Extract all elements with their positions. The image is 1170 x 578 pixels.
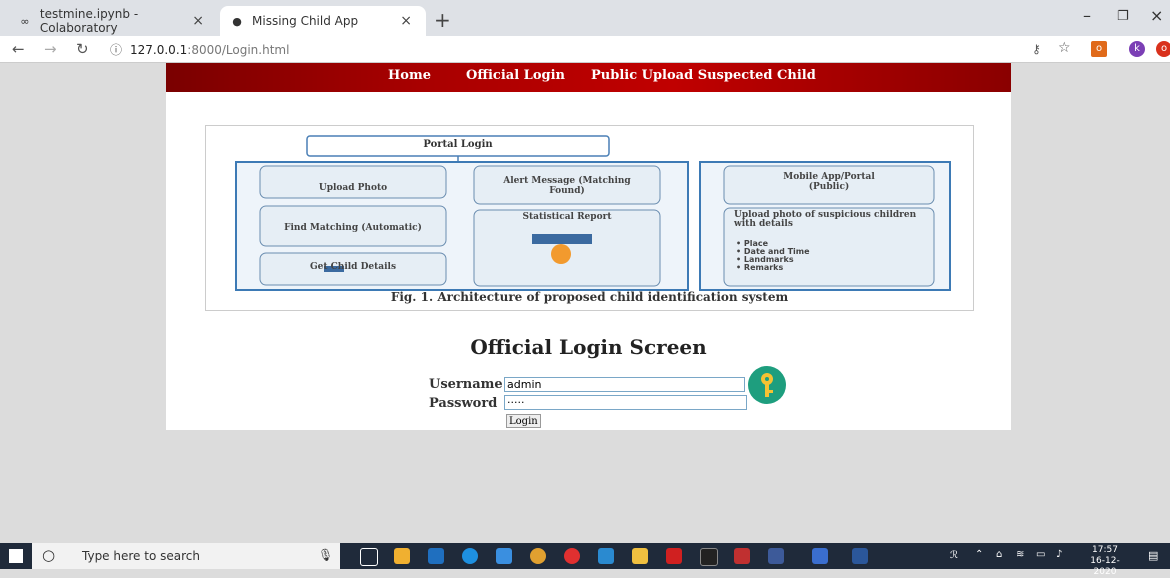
page-container: Home Official Login Public Upload Suspec… — [166, 63, 1011, 430]
tab-label: Missing Child App — [252, 14, 359, 28]
app-icon[interactable] — [564, 548, 580, 564]
volume-icon[interactable]: ♪ — [1056, 549, 1062, 560]
back-icon[interactable]: ← — [12, 40, 25, 58]
mobile-app-label: Mobile App/Portal (Public) — [783, 172, 875, 192]
close-window-icon[interactable]: × — [1150, 6, 1163, 25]
restore-icon[interactable]: ❐ — [1117, 9, 1129, 24]
app-icon[interactable] — [768, 548, 784, 564]
task-view-icon[interactable] — [360, 548, 378, 566]
notification-icon[interactable]: ▤ — [1148, 549, 1158, 562]
chart-icon — [532, 234, 592, 244]
clock[interactable]: 17:57 16-12-2020 — [1084, 545, 1126, 578]
nav-official-login[interactable]: Official Login — [466, 68, 565, 83]
acrobat-icon[interactable] — [666, 548, 682, 564]
colab-icon: ∞ — [20, 14, 30, 28]
people-icon[interactable]: ℛ — [950, 550, 958, 561]
close-icon[interactable]: × — [192, 13, 204, 29]
mail-icon[interactable] — [428, 548, 444, 564]
tab-missing-child-app[interactable]: ● Missing Child App × — [220, 6, 426, 36]
search-circle-icon: ○ — [42, 546, 56, 564]
alert-message-label: Alert Message (Matching Found) — [503, 176, 631, 196]
architecture-figure: Portal Login Upload Photo Find Matching … — [205, 125, 974, 311]
app-icon[interactable] — [496, 548, 512, 564]
forward-icon[interactable]: → — [44, 40, 57, 58]
report-icon — [551, 244, 571, 264]
url-field[interactable]: ⓘ 127.0.0.1:8000/Login.html — [110, 41, 289, 58]
extension-icon[interactable]: o — [1156, 41, 1170, 57]
tab-label: testmine.ipynb - Colaboratory — [39, 7, 139, 35]
top-nav: Home Official Login Public Upload Suspec… — [166, 63, 1011, 92]
word-icon[interactable] — [852, 548, 868, 564]
chevron-up-icon[interactable]: ⌃ — [975, 549, 983, 560]
username-label: Username — [429, 377, 503, 392]
key-icon[interactable]: ⚷ — [1032, 42, 1041, 56]
url-host: 127.0.0.1 — [130, 43, 188, 57]
app-icon[interactable] — [812, 548, 828, 564]
network-icon[interactable]: ⌂ — [996, 549, 1002, 560]
app-icon[interactable] — [734, 548, 750, 564]
reload-icon[interactable]: ↻ — [76, 40, 89, 58]
figure-caption: Fig. 1. Architecture of proposed child i… — [390, 290, 789, 304]
windows-start-icon[interactable] — [9, 549, 23, 563]
nav-home[interactable]: Home — [388, 68, 431, 83]
key-icon — [748, 366, 786, 404]
search-placeholder: Type here to search — [82, 549, 200, 563]
bullet-item: • Remarks — [736, 263, 784, 272]
get-child-label: Get Child Details — [309, 262, 397, 272]
portal-login-label: Portal Login — [423, 139, 493, 150]
clock-date: 16-12-2020 — [1090, 556, 1120, 577]
wifi-icon[interactable]: ≋ — [1016, 549, 1024, 560]
key-icon-glyph — [761, 373, 773, 397]
terminal-icon[interactable] — [700, 548, 718, 566]
chrome-icon[interactable] — [530, 548, 546, 564]
store-icon[interactable] — [394, 548, 410, 564]
address-bar-row: ← → ↻ ⓘ 127.0.0.1:8000/Login.html ⚷ ☆ o k… — [0, 36, 1170, 63]
tab-colaboratory[interactable]: ∞ testmine.ipynb - Colaboratory × — [8, 6, 218, 36]
globe-icon: ● — [232, 14, 242, 28]
url-path: :8000/Login.html — [187, 43, 290, 57]
page-title: Official Login Screen — [470, 335, 707, 359]
new-tab-icon[interactable]: + — [434, 8, 451, 32]
find-matching-label: Find Matching (Automatic) — [284, 223, 422, 233]
password-label: Password — [429, 396, 498, 411]
star-icon[interactable]: ☆ — [1058, 40, 1071, 56]
clock-time: 17:57 — [1092, 545, 1118, 555]
details-bullet-list: • Place • Date and Time • Landmarks • Re… — [736, 240, 810, 272]
statistical-report-label: Statistical Report — [522, 212, 612, 222]
battery-icon[interactable]: ▭ — [1036, 549, 1045, 560]
microphone-icon[interactable]: 🎙 — [318, 548, 333, 562]
info-icon[interactable]: ⓘ — [110, 43, 122, 57]
password-input[interactable] — [504, 395, 747, 410]
app-icon[interactable] — [598, 548, 614, 564]
taskbar: ○ Type here to search 🎙 ℛ ⌃ ⌂ ≋ ▭ ♪ 17:5… — [0, 543, 1170, 577]
file-explorer-icon[interactable] — [632, 548, 648, 564]
nav-public-upload[interactable]: Public Upload Suspected Child — [591, 68, 816, 83]
login-button[interactable]: Login — [506, 414, 541, 428]
profile-avatar[interactable]: k — [1129, 41, 1145, 57]
upload-photo-label: Upload Photo — [318, 183, 388, 193]
username-input[interactable] — [504, 377, 745, 392]
close-icon[interactable]: × — [400, 13, 412, 29]
minimize-icon[interactable]: – — [1083, 6, 1091, 25]
upload-photo-box — [259, 165, 447, 199]
edge-icon[interactable] — [462, 548, 478, 564]
extension-icon[interactable]: o — [1091, 41, 1107, 57]
upload-suspicious-label: Upload photo of suspicious children with… — [734, 210, 917, 229]
taskbar-search[interactable]: ○ Type here to search 🎙 — [32, 543, 340, 569]
browser-tab-strip: ∞ testmine.ipynb - Colaboratory × ● Miss… — [0, 0, 1170, 36]
